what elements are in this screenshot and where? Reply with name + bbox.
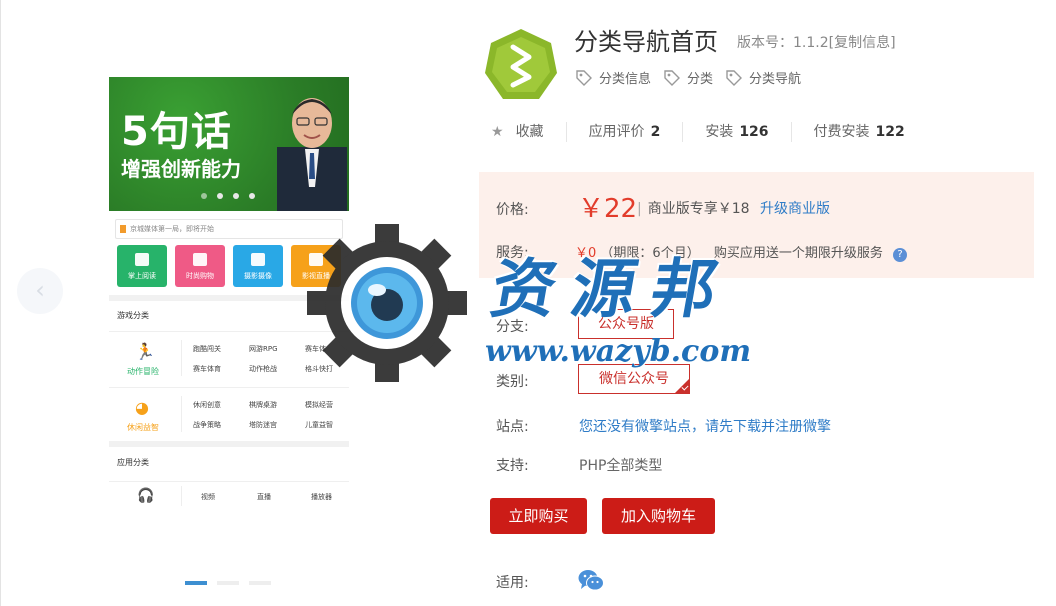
buy-now-button[interactable]: 立即购买 [490, 498, 587, 534]
category-item: 跑酷闯关 [193, 345, 221, 353]
category-name: 动作冒险 [127, 367, 159, 376]
category-item: 休闲创意 [193, 401, 221, 409]
tag-item[interactable]: 分类信息 [575, 68, 651, 87]
stat-paid-installs: 付费安装 122 [790, 122, 927, 142]
price-value: ￥22 [578, 194, 638, 224]
stat-installs: 安装 126 [682, 122, 790, 142]
category-item: 战争策略 [193, 421, 221, 429]
category-item: 模拟经营 [305, 401, 333, 409]
help-icon[interactable]: ? [893, 248, 907, 262]
camera-icon [251, 253, 265, 266]
site-link[interactable]: 您还没有微擎站点，请先下载并注册微擎 [579, 416, 831, 436]
running-icon: 🏃 [135, 342, 155, 361]
support-value: PHP全部类型 [579, 458, 663, 474]
category-item: 网游RPG [249, 345, 278, 353]
divider [181, 396, 182, 432]
tile-reading: 掌上阅读 [117, 245, 167, 287]
category-item: 塔防迷宫 [249, 421, 277, 429]
site-label: 站点: [496, 419, 529, 435]
app-item: 直播 [257, 493, 271, 501]
tag-label: 分类导航 [749, 72, 802, 87]
category-item: 棋牌桌游 [249, 401, 277, 409]
banner-dot[interactable] [201, 193, 207, 199]
tag-label: 分类 [687, 72, 714, 87]
check-icon [674, 378, 690, 394]
pager-dot[interactable] [185, 581, 207, 585]
tag-item[interactable]: 分类 [663, 68, 713, 87]
bag-icon [193, 253, 207, 266]
book-icon [135, 253, 149, 266]
app-version[interactable]: 版本号：1.1.2[复制信息] [737, 32, 896, 52]
app-tags: 分类信息 分类 分类导航 [575, 68, 801, 87]
notice-text: 京城媒体第一局，即将开始 [130, 225, 214, 233]
price-label: 价格: [496, 202, 529, 218]
gallery-pager [185, 581, 271, 585]
banner-dot[interactable] [249, 193, 255, 199]
games-section-title: 游戏分类 [117, 311, 149, 320]
star-icon: ★ [491, 124, 504, 140]
tag-icon [726, 69, 743, 86]
banner-dot[interactable] [217, 193, 223, 199]
watermark-url: www.wazyb.com [485, 334, 752, 369]
divider [181, 340, 182, 376]
category-name: 休闲益智 [127, 423, 159, 432]
add-to-cart-button[interactable]: 加入购物车 [602, 498, 715, 534]
app-logo-icon [485, 29, 557, 99]
banner-person-image [277, 98, 347, 211]
price-business: | 商业版专享￥18 升级商业版 [637, 201, 830, 217]
app-title: 分类导航首页 [574, 28, 718, 56]
divider [181, 486, 182, 506]
headphones-icon: 🎧 [137, 488, 155, 504]
pacman-icon: ◕ [135, 398, 149, 417]
banner-dot[interactable] [233, 193, 239, 199]
app-category-row: 🎧 视频 直播 播放器 [109, 481, 349, 507]
tag-label: 分类信息 [599, 72, 652, 87]
support-label: 支持: [496, 458, 529, 474]
app-item: 播放器 [311, 493, 332, 501]
pager-dot[interactable] [249, 581, 271, 585]
category-item: 动作枪战 [249, 365, 277, 373]
banner-headline: 5句话 [121, 109, 232, 155]
app-detail-page: ‹ 5句话 增强创新能力 京城媒体第一局，即将开始 掌上阅读 时尚购物 摄影摄像… [0, 0, 1056, 606]
divider [109, 441, 349, 447]
category-item: 赛车体育 [193, 365, 221, 373]
banner-dots [201, 193, 255, 199]
app-stats: ★ 收藏 应用评价 2 安装 126 付费安装 122 [491, 122, 927, 142]
pager-dot[interactable] [217, 581, 239, 585]
tag-icon [664, 69, 681, 86]
applies-label: 适用: [496, 575, 529, 591]
category-row: ◕ 休闲益智 休闲创意 棋牌桌游 模拟经营 战争策略 塔防迷宫 儿童益智 [109, 387, 349, 439]
tag-item[interactable]: 分类导航 [725, 68, 801, 87]
watermark-title: 资源邦 [485, 252, 739, 327]
banner-subline: 增强创新能力 [121, 157, 241, 181]
category-item: 儿童益智 [305, 421, 333, 429]
apps-section-title: 应用分类 [117, 458, 149, 467]
watermark-gear-logo [307, 224, 467, 382]
preview-banner: 5句话 增强创新能力 [109, 77, 349, 211]
app-item: 视频 [201, 493, 215, 501]
gallery-prev-button[interactable]: ‹ [17, 268, 63, 314]
speaker-icon [120, 225, 126, 233]
tag-icon [576, 69, 592, 86]
tile-camera: 摄影摄像 [233, 245, 283, 287]
stat-reviews[interactable]: 应用评价 2 [565, 122, 683, 142]
favorite-button[interactable]: ★ 收藏 [491, 122, 566, 142]
category-label: 类别: [496, 374, 529, 390]
wechat-icon [578, 570, 604, 591]
upgrade-link[interactable]: 升级商业版 [760, 201, 830, 217]
tile-shopping: 时尚购物 [175, 245, 225, 287]
